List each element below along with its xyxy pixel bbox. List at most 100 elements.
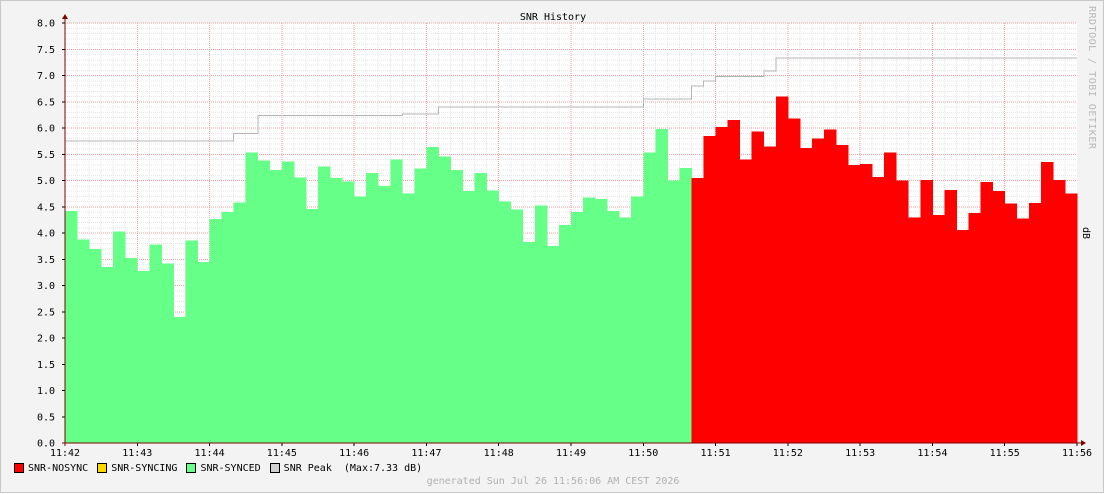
bar-snr-synced — [305, 208, 319, 443]
legend-swatch-peak — [269, 463, 280, 473]
chart-frame: 0.0 0.5 1.0 1.5 2.0 2.5 3.0 3.5 4.0 4.5 5.0 5.5 6.0 6… — [0, 0, 1104, 493]
bar-snr-synced — [546, 246, 560, 443]
x-tick-label: 11:50 — [628, 448, 658, 459]
x-tick-label: 11:55 — [990, 448, 1020, 459]
y-tick-label: 8.0 — [37, 19, 55, 30]
bar-snr-synced — [89, 248, 102, 443]
y-axis-label: dB — [1080, 227, 1091, 239]
bar-snr-nosync — [920, 179, 933, 443]
bar-snr-synced — [426, 146, 439, 443]
x-tick-label: 11:45 — [267, 448, 297, 459]
bar-snr-nosync — [811, 138, 825, 443]
bar-snr-nosync — [1040, 162, 1054, 443]
bar-snr-synced — [233, 202, 247, 443]
bar-snr-synced — [558, 225, 572, 443]
x-tick-label: 11:43 — [122, 448, 152, 459]
y-axis-arrow — [62, 14, 68, 19]
bar-snr-synced — [269, 170, 283, 443]
bar-snr-nosync — [1064, 193, 1078, 443]
bar-snr-synced — [595, 198, 608, 443]
bar-snr-synced — [510, 209, 524, 443]
bar-snr-synced — [185, 240, 198, 443]
x-tick-label: 11:42 — [50, 448, 80, 459]
y-tick-label: 2.0 — [37, 334, 55, 345]
y-tick-label: 7.5 — [37, 45, 55, 56]
bar-snr-nosync — [703, 135, 716, 443]
x-tick-label: 11:51 — [701, 448, 731, 459]
bar-snr-synced — [197, 261, 210, 443]
bar-snr-nosync — [727, 120, 741, 443]
legend-item-nosync: SNR-NOSYNC — [14, 463, 88, 474]
bar-snr-synced — [522, 241, 536, 443]
y-tick-label: 6.0 — [37, 124, 55, 135]
bar-snr-synced — [293, 177, 307, 443]
y-tick-label: 6.5 — [37, 97, 55, 108]
legend-item-synced: SNR-SYNCED — [186, 462, 261, 474]
bar-snr-nosync — [884, 152, 897, 444]
bar-snr-nosync — [775, 96, 789, 443]
bar-snr-synced — [378, 185, 391, 443]
bar-snr-synced — [161, 263, 174, 443]
bar-snr-synced — [655, 129, 668, 444]
bar-snr-synced — [462, 191, 476, 443]
bar-snr-synced — [438, 156, 451, 443]
x-tick-label: 11:56 — [1062, 448, 1092, 459]
legend-item-peak: SNR Peak (Max:7.33 dB) — [269, 463, 422, 474]
bar-snr-nosync — [751, 131, 765, 444]
bar-snr-synced — [486, 190, 500, 443]
legend-label-syncing: SNR-SYNCING — [111, 462, 178, 474]
bar-snr-nosync — [896, 180, 909, 443]
bar-snr-synced — [330, 177, 343, 443]
y-tick-label: 3.5 — [37, 255, 55, 266]
y-tick-label: 1.0 — [37, 386, 55, 397]
bar-snr-nosync — [980, 182, 994, 443]
generated-timestamp: generated Sun Jul 26 11:56:06 AM CEST 20… — [426, 476, 680, 487]
y-tick-label: 0.5 — [37, 412, 55, 423]
legend-item-syncing: SNR-SYNCING — [97, 463, 177, 474]
bar-snr-nosync — [1052, 179, 1066, 443]
bar-snr-synced — [366, 173, 379, 443]
bar-snr-synced — [679, 167, 692, 443]
snr-history-chart: 0.00.51.01.52.02.53.03.54.04.55.05.56.06… — [37, 12, 1092, 459]
bar-snr-nosync — [968, 213, 982, 443]
y-tick-label: 1.5 — [37, 360, 55, 371]
y-tick-label: 4.5 — [37, 202, 55, 213]
bar-snr-synced — [209, 218, 223, 443]
bar-snr-synced — [354, 196, 367, 443]
bar-snr-synced — [534, 205, 548, 443]
bar-snr-synced — [402, 193, 415, 443]
bar-snr-synced — [631, 196, 644, 443]
bar-snr-synced — [113, 231, 126, 443]
y-tick-labels: 0.00.51.01.52.02.53.03.54.04.55.05.56.06… — [37, 19, 55, 450]
y-tick-label: 3.0 — [37, 281, 55, 292]
bar-snr-nosync — [872, 176, 885, 443]
legend-swatch-synced — [186, 463, 197, 473]
bar-snr-nosync — [992, 191, 1006, 443]
bar-snr-synced — [173, 317, 186, 443]
bar-snr-synced — [77, 239, 90, 443]
bar-snr-nosync — [848, 164, 861, 443]
bar-snr-synced — [149, 244, 162, 443]
bar-snr-synced — [281, 161, 295, 443]
y-tick-label: 5.5 — [37, 150, 55, 161]
legend-label-synced: SNR-SYNCED — [200, 462, 261, 474]
chart-legend: SNR-NOSYNC SNR-SYNCING SNR-SYNCED SNR Pe… — [14, 461, 431, 475]
bar-snr-nosync — [715, 126, 729, 443]
bar-snr-synced — [571, 212, 584, 443]
bar-snr-synced — [125, 258, 138, 443]
bar-snr-nosync — [932, 215, 945, 443]
x-tick-label: 11:54 — [917, 448, 947, 459]
x-tick-label: 11:48 — [484, 448, 514, 459]
bar-snr-nosync — [787, 118, 801, 444]
x-tick-label: 11:52 — [773, 448, 803, 459]
rrdtool-watermark: RRDTOOL / TOBI OETIKER — [1086, 6, 1097, 150]
bar-snr-nosync — [860, 164, 873, 443]
x-tick-label: 11:44 — [195, 448, 225, 459]
bar-snr-nosync — [836, 144, 849, 444]
bar-snr-nosync — [691, 177, 704, 443]
bar-snr-nosync — [1004, 203, 1018, 443]
bar-snr-synced — [65, 210, 78, 443]
bar-snr-synced — [643, 152, 656, 444]
chart-title: SNR History — [520, 12, 586, 23]
bar-snr-nosync — [1028, 203, 1042, 443]
